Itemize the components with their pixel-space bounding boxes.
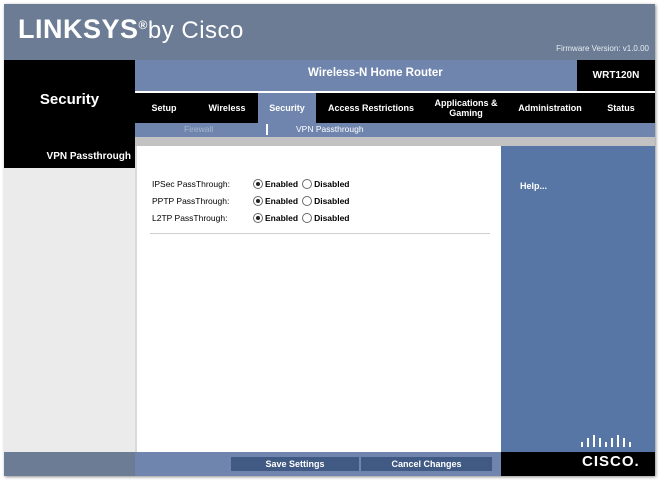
tab-setup[interactable]: Setup	[142, 93, 186, 123]
product-name: Wireless-N Home Router	[308, 67, 443, 79]
help-pane	[501, 146, 655, 452]
registered-mark: ®	[138, 18, 148, 32]
content-divider	[150, 233, 490, 234]
enabled-radio[interactable]	[253, 213, 263, 223]
setting-label: IPSec PassThrough:	[152, 179, 230, 189]
setting-label: L2TP PassThrough:	[152, 213, 228, 223]
setting-row-pptp: PPTP PassThrough: Enabled Disabled	[152, 194, 354, 208]
disabled-label: Disabled	[314, 179, 350, 189]
tab-status[interactable]: Status	[599, 93, 643, 123]
firmware-version: Firmware Version: v1.0.00	[556, 44, 649, 53]
cisco-bars-icon	[581, 435, 631, 447]
model-number: WRT120N	[592, 70, 640, 81]
disabled-radio[interactable]	[302, 196, 313, 206]
brand-name: LINKSYS	[18, 14, 139, 44]
linksys-logo: LINKSYS®by Cisco	[18, 14, 244, 45]
disabled-label: Disabled	[314, 196, 350, 206]
content-area	[135, 146, 501, 452]
disabled-radio[interactable]	[302, 179, 313, 189]
setting-row-ipsec: IPSec PassThrough: Enabled Disabled	[152, 177, 354, 191]
section-title-area	[4, 60, 135, 156]
help-link[interactable]: Help...	[520, 181, 547, 191]
left-pane	[4, 156, 135, 452]
disabled-label: Disabled	[314, 213, 350, 223]
save-settings-button[interactable]: Save Settings	[231, 457, 359, 471]
enabled-label: Enabled	[265, 213, 299, 223]
setting-label: PPTP PassThrough:	[152, 196, 230, 206]
tab-access-restrictions[interactable]: Access Restrictions	[318, 93, 424, 123]
enabled-radio[interactable]	[253, 179, 263, 189]
subtab-firewall[interactable]: Firewall	[184, 124, 213, 134]
cancel-changes-button[interactable]: Cancel Changes	[361, 457, 492, 471]
tab-administration[interactable]: Administration	[512, 93, 588, 123]
tab-wireless[interactable]: Wireless	[201, 93, 253, 123]
cisco-logo: CISCO.	[582, 453, 640, 470]
router-admin-page: LINKSYS®by Cisco Firmware Version: v1.0.…	[4, 4, 655, 476]
page-title: Security	[39, 91, 100, 108]
enabled-radio[interactable]	[253, 196, 263, 206]
gap-strip	[135, 137, 655, 146]
brand-suffix: by Cisco	[147, 17, 244, 44]
disabled-radio[interactable]	[302, 213, 313, 223]
enabled-label: Enabled	[265, 179, 299, 189]
section-label: VPN Passthrough	[46, 151, 131, 162]
setting-row-l2tp: L2TP PassThrough: Enabled Disabled	[152, 211, 354, 225]
tab-security[interactable]: Security	[258, 93, 316, 123]
footer-left	[4, 452, 135, 476]
tab-applications-gaming[interactable]: Applications & Gaming	[428, 93, 504, 123]
subtab-vpn-passthrough[interactable]: VPN Passthrough	[296, 124, 364, 134]
subnav-separator	[266, 124, 268, 135]
enabled-label: Enabled	[265, 196, 299, 206]
